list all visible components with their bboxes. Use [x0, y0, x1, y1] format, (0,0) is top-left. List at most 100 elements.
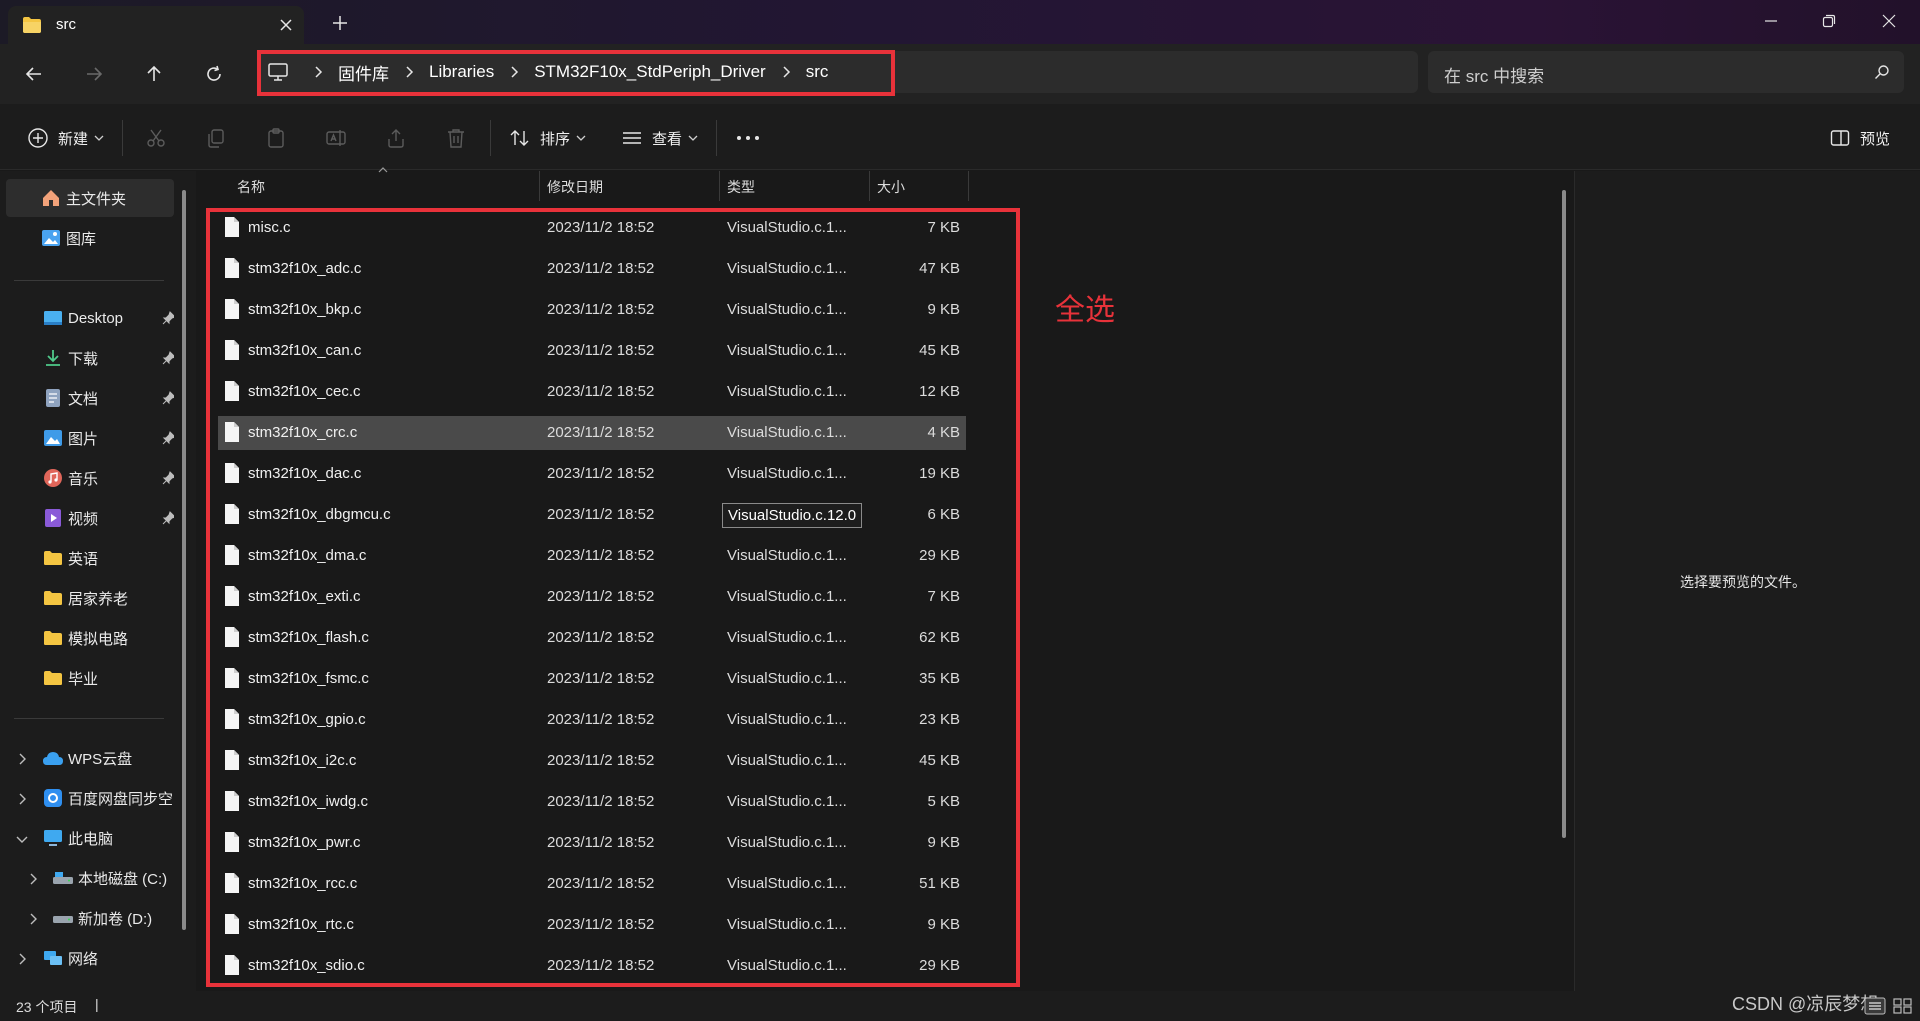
breadcrumb-chevron-icon[interactable] — [298, 60, 338, 84]
sidebar-item-gallery[interactable]: 图库 — [6, 219, 174, 257]
file-type: VisualStudio.c.1... — [727, 547, 847, 564]
column-divider[interactable] — [968, 171, 969, 201]
pin-icon[interactable] — [162, 351, 174, 365]
wps-cloud-icon — [42, 747, 64, 769]
file-row[interactable]: stm32f10x_exti.c 2023/11/2 18:52 VisualStu… — [218, 580, 966, 614]
sidebar-item-folder-elderly-care[interactable]: 居家养老 — [6, 579, 174, 617]
refresh-icon[interactable] — [198, 58, 230, 90]
pin-icon[interactable] — [162, 311, 174, 325]
file-row[interactable]: stm32f10x_dac.c 2023/11/2 18:52 VisualStud… — [218, 457, 966, 491]
paste-icon[interactable] — [262, 124, 290, 152]
sidebar-item-folder-graduation[interactable]: 毕业 — [6, 659, 174, 697]
tiles-view-icon[interactable] — [1892, 996, 1914, 1016]
breadcrumb-item[interactable]: 固件库 — [338, 60, 389, 85]
breadcrumb-item[interactable]: Libraries — [429, 62, 494, 82]
sidebar-item-documents[interactable]: 文档 — [6, 379, 174, 417]
file-row[interactable]: stm32f10x_i2c.c 2023/11/2 18:52 VisualStud… — [218, 744, 966, 778]
close-tab-icon[interactable] — [276, 15, 296, 35]
file-size: 47 KB — [919, 260, 960, 277]
pin-icon[interactable] — [162, 511, 174, 525]
file-date: 2023/11/2 18:52 — [547, 383, 655, 400]
sort-button[interactable]: 排序 — [506, 124, 586, 152]
forward-arrow-icon[interactable] — [78, 58, 110, 90]
file-row[interactable]: stm32f10x_cec.c 2023/11/2 18:52 VisualStud… — [218, 375, 966, 409]
file-row[interactable]: stm32f10x_dma.c 2023/11/2 18:52 VisualStud… — [218, 539, 966, 573]
new-button[interactable]: 新建 — [24, 124, 104, 152]
pin-icon[interactable] — [162, 391, 174, 405]
file-row[interactable]: stm32f10x_flash.c 2023/11/2 18:52 VisualSt… — [218, 621, 966, 655]
sidebar-item-music[interactable]: 音乐 — [6, 459, 174, 497]
more-options-icon[interactable] — [734, 124, 762, 152]
column-header-name[interactable]: 名称 — [237, 177, 265, 197]
cut-icon[interactable] — [142, 124, 170, 152]
pin-icon[interactable] — [162, 471, 174, 485]
sidebar-item-baidu-netdisk[interactable]: 百度网盘同步空 — [6, 779, 174, 817]
file-row[interactable]: stm32f10x_iwdg.c 2023/11/2 18:52 VisualStu… — [218, 785, 966, 819]
minimize-icon[interactable] — [1748, 6, 1794, 36]
sidebar-item-home[interactable]: 主文件夹 — [6, 179, 174, 217]
close-window-icon[interactable] — [1866, 6, 1912, 36]
search-icon[interactable] — [1874, 64, 1890, 80]
sidebar-item-desktop[interactable]: Desktop — [6, 299, 174, 337]
sidebar-item-folder-english[interactable]: 英语 — [6, 539, 174, 577]
restore-icon[interactable] — [1806, 6, 1852, 36]
copy-icon[interactable] — [202, 124, 230, 152]
file-row[interactable]: stm32f10x_pwr.c 2023/11/2 18:52 VisualStud… — [218, 826, 966, 860]
file-name: stm32f10x_dac.c — [248, 465, 362, 482]
file-row[interactable]: stm32f10x_fsmc.c 2023/11/2 18:52 VisualStu… — [218, 662, 966, 696]
file-row[interactable]: stm32f10x_rcc.c 2023/11/2 18:52 VisualStud… — [218, 867, 966, 901]
folder-icon — [42, 627, 64, 649]
sidebar-item-this-pc[interactable]: 此电脑 — [6, 819, 174, 857]
file-list-scrollbar[interactable] — [1562, 190, 1566, 838]
file-row[interactable]: stm32f10x_gpio.c 2023/11/2 18:52 VisualStu… — [218, 703, 966, 737]
up-arrow-icon[interactable] — [138, 58, 170, 90]
new-tab-icon[interactable] — [328, 11, 352, 35]
column-divider[interactable] — [869, 171, 870, 201]
column-divider[interactable] — [719, 171, 720, 201]
sidebar-scrollbar[interactable] — [182, 190, 186, 930]
breadcrumb-chevron-icon[interactable] — [389, 60, 429, 84]
sidebar-item-wps-cloud[interactable]: WPS云盘 — [6, 739, 174, 777]
sidebar-item-network[interactable]: 网络 — [6, 939, 174, 977]
command-bar: 新建 排序 查看 预览 — [0, 104, 1920, 170]
details-view-icon[interactable] — [1864, 996, 1886, 1016]
breadcrumb-chevron-icon[interactable] — [766, 60, 806, 84]
column-divider[interactable] — [539, 171, 540, 201]
file-date: 2023/11/2 18:52 — [547, 957, 655, 974]
sidebar-item-drive-d[interactable]: 新加卷 (D:) — [6, 899, 174, 937]
file-row[interactable]: stm32f10x_bkp.c 2023/11/2 18:52 VisualStud… — [218, 293, 966, 327]
file-type: VisualStudio.c.1... — [727, 793, 847, 810]
column-header-size[interactable]: 大小 — [877, 177, 905, 197]
file-row[interactable]: stm32f10x_sdio.c 2023/11/2 18:52 VisualStu… — [218, 949, 966, 983]
tab-src[interactable]: src — [8, 6, 304, 44]
file-row[interactable]: misc.c 2023/11/2 18:52 VisualStudio.c.1...… — [218, 211, 966, 245]
preview-button[interactable]: 预览 — [1826, 124, 1890, 152]
pin-icon[interactable] — [162, 431, 174, 445]
search-box[interactable]: 在 src 中搜索 — [1428, 51, 1904, 93]
breadcrumb-item[interactable]: src — [806, 62, 829, 82]
file-row[interactable]: stm32f10x_adc.c 2023/11/2 18:52 VisualStud… — [218, 252, 966, 286]
sidebar-item-downloads[interactable]: 下载 — [6, 339, 174, 377]
breadcrumb-item[interactable]: STM32F10x_StdPeriph_Driver — [534, 62, 765, 82]
folder-icon — [42, 587, 64, 609]
rename-icon[interactable] — [322, 124, 350, 152]
breadcrumb-chevron-icon[interactable] — [494, 60, 534, 84]
this-pc-icon[interactable] — [262, 61, 294, 83]
delete-icon[interactable] — [442, 124, 470, 152]
file-row[interactable]: stm32f10x_rtc.c 2023/11/2 18:52 VisualStud… — [218, 908, 966, 942]
file-name: stm32f10x_adc.c — [248, 260, 362, 277]
file-icon — [224, 339, 240, 361]
file-row[interactable]: stm32f10x_crc.c 2023/11/2 18:52 VisualStud… — [218, 416, 966, 450]
column-header-type[interactable]: 类型 — [727, 177, 755, 197]
column-header-date[interactable]: 修改日期 — [547, 177, 603, 197]
file-row[interactable]: stm32f10x_can.c 2023/11/2 18:52 VisualStud… — [218, 334, 966, 368]
share-icon[interactable] — [382, 124, 410, 152]
file-type: VisualStudio.c.1... — [727, 916, 847, 933]
sidebar-item-folder-analog-circuits[interactable]: 模拟电路 — [6, 619, 174, 657]
sidebar-item-videos[interactable]: 视频 — [6, 499, 174, 537]
sidebar-item-pictures[interactable]: 图片 — [6, 419, 174, 457]
back-arrow-icon[interactable] — [18, 58, 50, 90]
view-button[interactable]: 查看 — [618, 124, 698, 152]
preview-label: 预览 — [1860, 130, 1891, 148]
sidebar-item-drive-c[interactable]: 本地磁盘 (C:) — [6, 859, 174, 897]
